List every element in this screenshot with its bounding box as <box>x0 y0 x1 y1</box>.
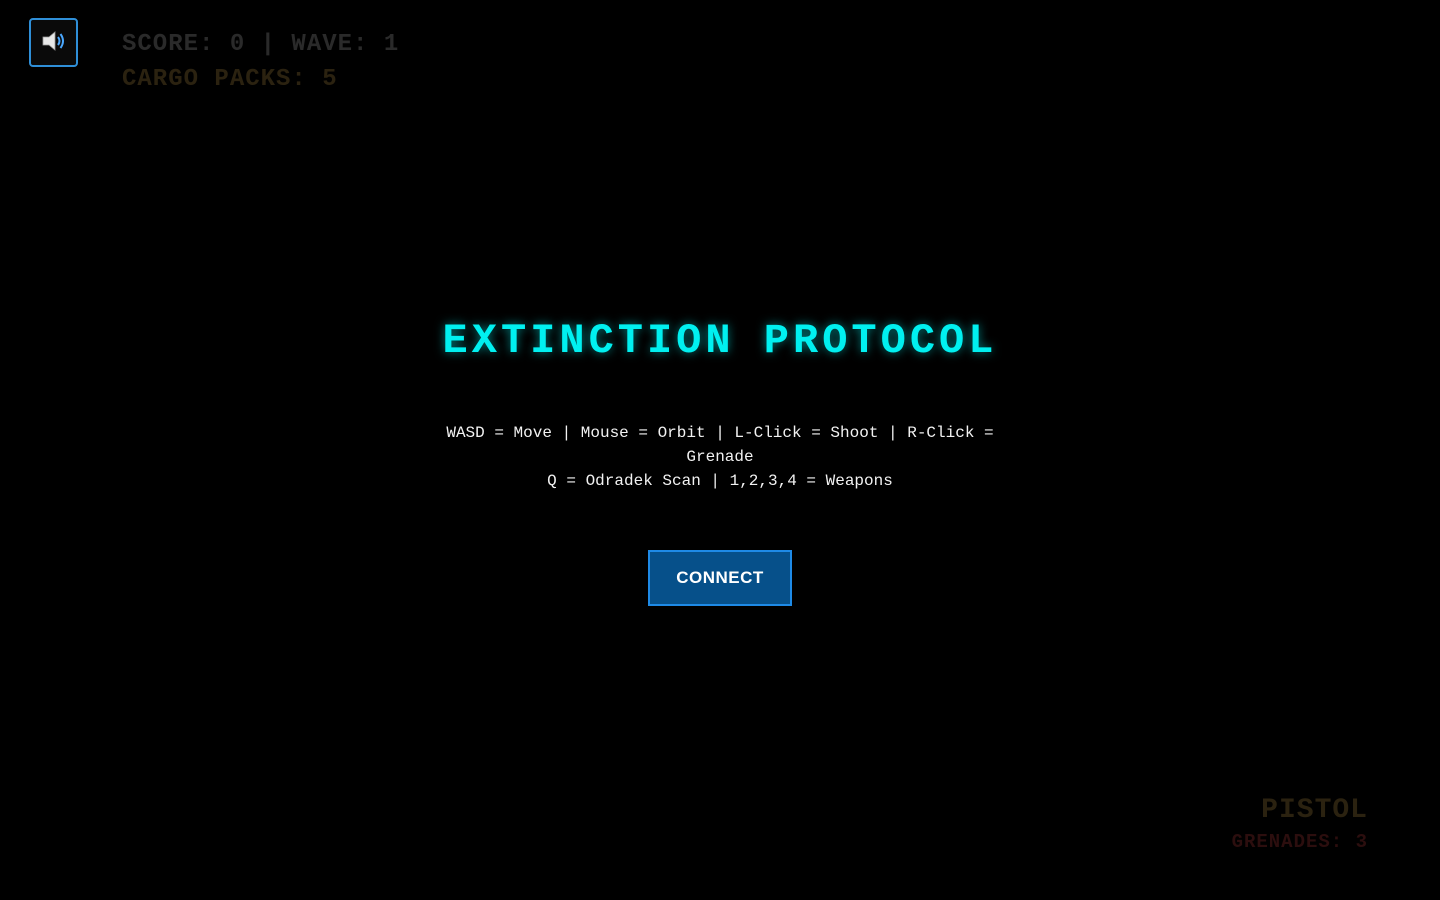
sound-toggle-button[interactable] <box>29 18 78 67</box>
cargo-packs-readout: CARGO PACKS: 5 <box>122 66 338 93</box>
speaker-icon <box>40 27 68 59</box>
grenade-count: GRENADES: 3 <box>1231 831 1368 853</box>
game-title: EXTINCTION PROTOCOL <box>442 317 998 365</box>
current-weapon: PISTOL <box>1261 795 1368 826</box>
score-wave-readout: SCORE: 0 | WAVE: 1 <box>122 31 400 58</box>
controls-help: WASD = Move | Mouse = Orbit | L-Click = … <box>440 421 1000 493</box>
connect-button[interactable]: CONNECT <box>648 550 792 606</box>
hud-status: SCORE: 0 | WAVE: 1 CARGO PACKS: 5 <box>122 27 399 97</box>
weapon-hud: PISTOL GRENADES: 3 <box>1232 795 1368 857</box>
controls-line-1: WASD = Move | Mouse = Orbit | L-Click = … <box>446 424 994 466</box>
controls-line-2: Q = Odradek Scan | 1,2,3,4 = Weapons <box>547 472 893 490</box>
